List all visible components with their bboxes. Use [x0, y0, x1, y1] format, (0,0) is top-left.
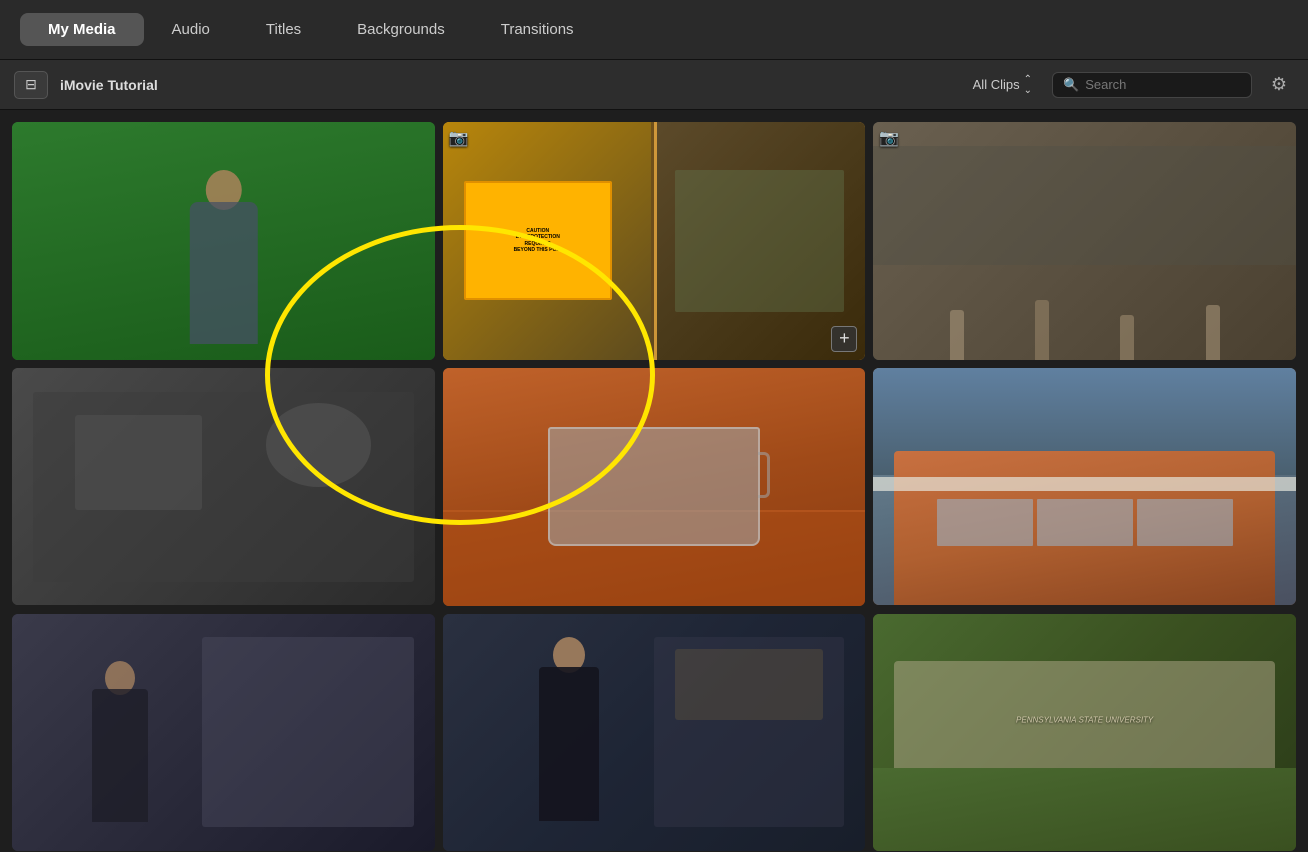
thumbnail-woman-machine	[12, 614, 435, 852]
main-content: CAUTIONEYE PROTECTIONREQUIREDBEYOND THIS…	[0, 110, 1308, 852]
all-clips-dropdown[interactable]: All Clips ⌃⌄	[965, 70, 1040, 100]
media-item[interactable]	[443, 614, 866, 852]
media-item[interactable]	[12, 368, 435, 606]
media-item[interactable]: PENNSYLVANIA STATE UNIVERSITY	[873, 614, 1296, 852]
thumbnail-machinery	[12, 368, 435, 606]
tab-backgrounds[interactable]: Backgrounds	[329, 13, 473, 46]
tab-titles[interactable]: Titles	[238, 13, 329, 46]
media-item[interactable]	[443, 368, 866, 606]
media-item[interactable]	[873, 368, 1296, 606]
camera-icon: 📷	[449, 128, 469, 148]
media-item[interactable]	[12, 614, 435, 852]
thumbnail-caution-door: CAUTIONEYE PROTECTIONREQUIREDBEYOND THIS…	[443, 122, 866, 360]
search-box: 🔍	[1052, 72, 1252, 98]
chevron-updown-icon: ⌃⌄	[1024, 74, 1032, 96]
gear-icon: ⚙	[1271, 74, 1287, 95]
plus-button[interactable]: +	[831, 326, 857, 352]
sidebar-icon: ⊟	[25, 76, 37, 93]
psu-sign-text: PENNSYLVANIA STATE UNIVERSITY	[1016, 716, 1153, 725]
sidebar-toggle-button[interactable]: ⊟	[14, 71, 48, 99]
thumbnail-mug	[443, 368, 866, 606]
all-clips-label: All Clips	[973, 77, 1020, 92]
content-header: ⊟ iMovie Tutorial All Clips ⌃⌄ 🔍 ⚙	[0, 60, 1308, 110]
plus-icon: +	[839, 328, 850, 349]
thumbnail-green-screen	[12, 122, 435, 360]
search-icon: 🔍	[1063, 77, 1079, 93]
thumbnail-psu-sign: PENNSYLVANIA STATE UNIVERSITY	[873, 614, 1296, 852]
library-title: iMovie Tutorial	[60, 77, 953, 93]
camera-icon: 📷	[879, 128, 899, 148]
search-input[interactable]	[1085, 77, 1225, 92]
media-item[interactable]	[12, 122, 435, 360]
media-grid: CAUTIONEYE PROTECTIONREQUIREDBEYOND THIS…	[12, 122, 1296, 852]
media-item[interactable]: 📷	[873, 122, 1296, 360]
top-navigation: My Media Audio Titles Backgrounds Transi…	[0, 0, 1308, 60]
thumbnail-woman-interview2	[443, 614, 866, 852]
settings-button[interactable]: ⚙	[1264, 70, 1294, 100]
tab-audio[interactable]: Audio	[144, 13, 238, 46]
thumbnail-factory: 📷	[873, 122, 1296, 360]
thumbnail-brick-building	[873, 368, 1296, 606]
tab-transitions[interactable]: Transitions	[473, 13, 602, 46]
media-grid-wrapper[interactable]: CAUTIONEYE PROTECTIONREQUIREDBEYOND THIS…	[0, 110, 1308, 852]
tab-my-media[interactable]: My Media	[20, 13, 144, 46]
media-item-selected[interactable]: CAUTIONEYE PROTECTIONREQUIREDBEYOND THIS…	[443, 122, 866, 360]
